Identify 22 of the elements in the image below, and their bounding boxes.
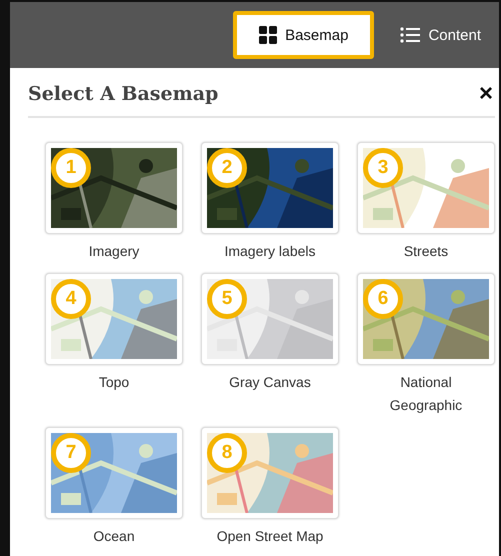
basemap-thumbnail[interactable]: 1 — [45, 142, 183, 234]
basemap-thumbnail[interactable]: 2 — [201, 142, 339, 234]
basemap-thumbnail[interactable]: 5 — [201, 273, 339, 365]
basemap-label: National Geographic — [388, 373, 464, 415]
tab[interactable]: Content — [386, 11, 495, 59]
basemap-thumbnail[interactable]: 7 — [45, 427, 183, 519]
basemap-label: Gray Canvas — [229, 373, 311, 392]
tab[interactable]: Basemap — [233, 11, 374, 59]
basemap-thumbnail[interactable]: 6 — [357, 273, 495, 365]
basemap-label: Imagery labels — [224, 242, 316, 261]
close-button[interactable]: × — [476, 82, 495, 106]
basemap-label: Imagery — [88, 242, 140, 261]
basemap-label: Open Street Map — [216, 527, 324, 546]
list-icon — [400, 27, 420, 43]
basemap-thumbnail[interactable]: 4 — [45, 273, 183, 365]
basemap-label: Ocean — [93, 527, 135, 546]
panel-title: Select A Basemap — [28, 83, 218, 105]
basemap-thumbnail[interactable]: 3 — [357, 142, 495, 234]
grid-icon — [259, 26, 278, 44]
basemap-label: Topo — [98, 373, 130, 392]
basemap-label: Streets — [404, 242, 448, 261]
basemap-thumbnail[interactable]: 8 — [201, 427, 339, 519]
